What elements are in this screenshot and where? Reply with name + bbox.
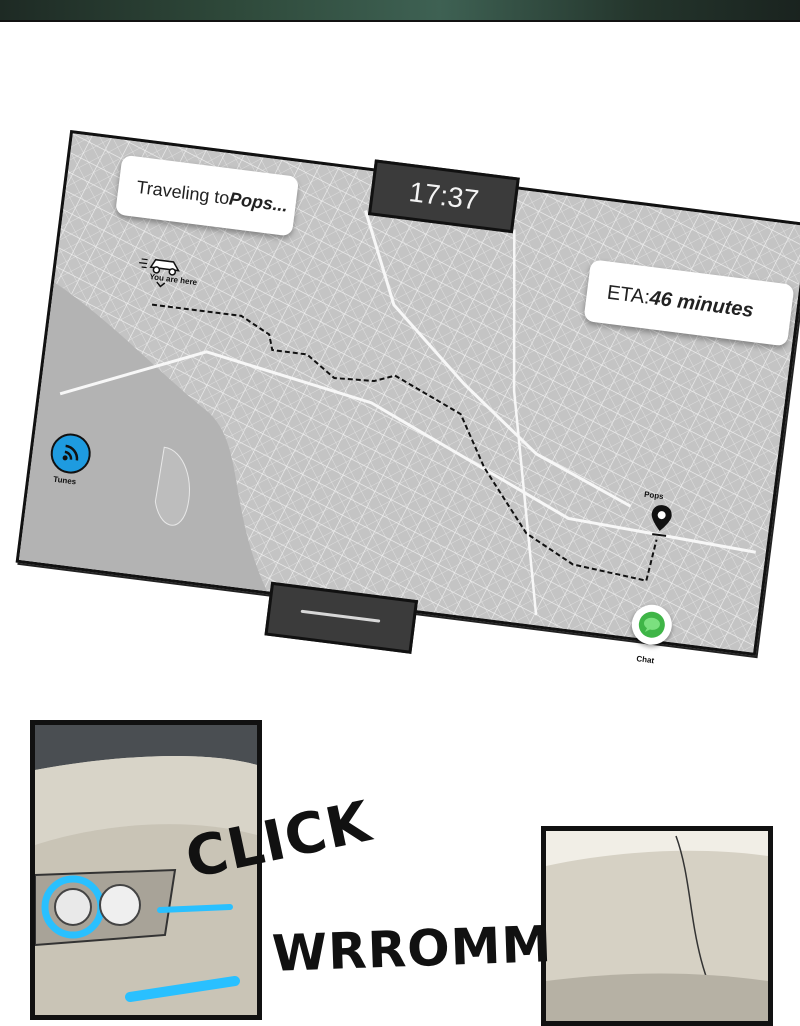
eta-value: 46 minutes (648, 286, 755, 322)
chat-label: Chat (635, 654, 655, 666)
chat-bubble-icon (638, 611, 665, 638)
sfx-wrromm-text: WRROMM (271, 915, 554, 983)
car-body-panel (541, 826, 773, 1026)
car-body-illustration (546, 831, 768, 1021)
navigation-screen: Traveling to Pops... ETA: 46 minutes 17:… (15, 129, 800, 665)
traveling-prefix: Traveling to (135, 176, 231, 208)
wifi-icon (62, 444, 79, 461)
eta-prefix: ETA: (605, 281, 652, 309)
traveling-destination: Pops... (228, 188, 290, 216)
top-panel-strip (0, 0, 800, 22)
home-indicator (300, 609, 381, 623)
